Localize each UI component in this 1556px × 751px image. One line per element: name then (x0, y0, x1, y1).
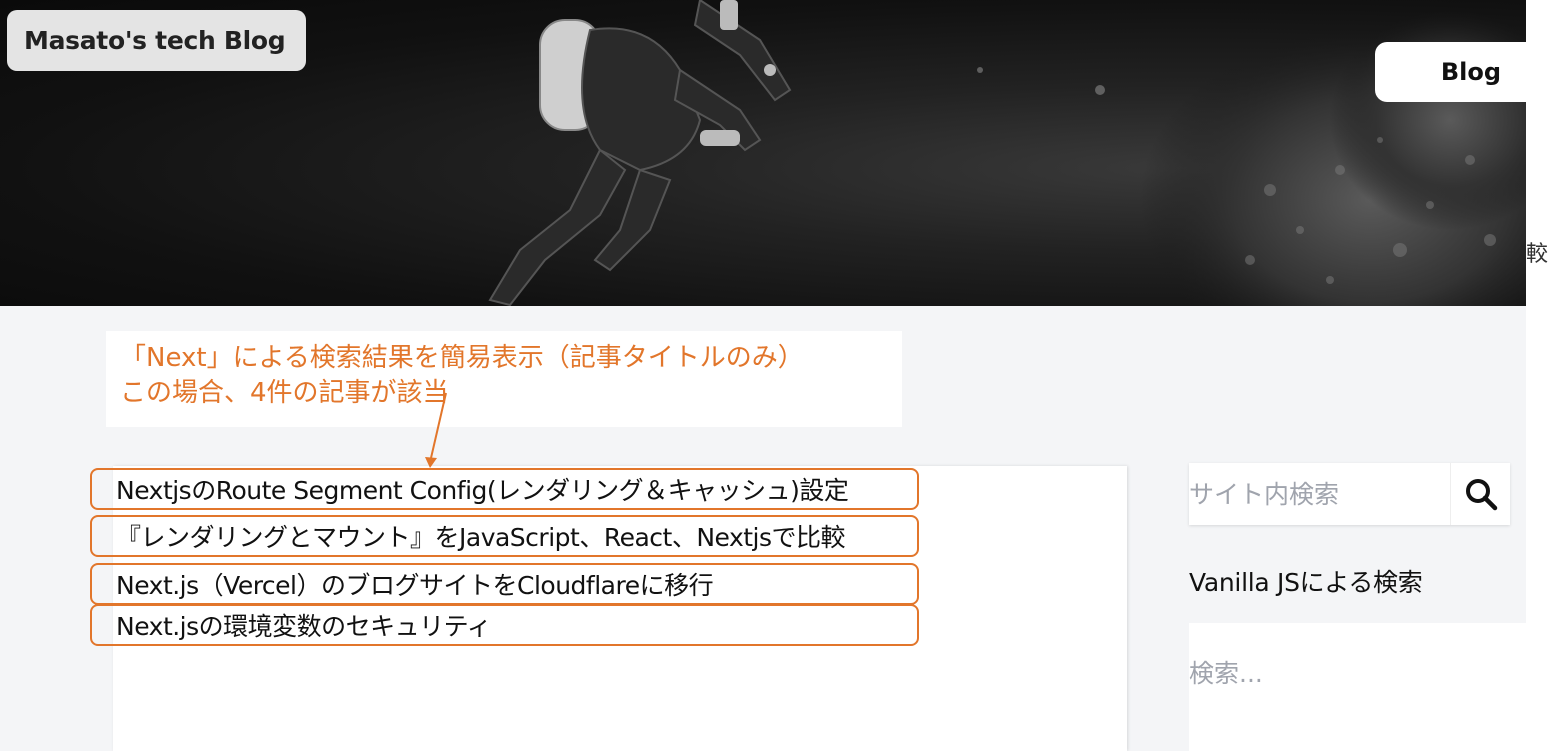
search-icon (1465, 479, 1497, 511)
search-button[interactable] (1450, 463, 1510, 525)
search-result-item[interactable]: Next.jsの環境変数のセキュリティ (90, 604, 919, 646)
vanilla-search-box (1189, 623, 1526, 751)
vanilla-search-heading: Vanilla JSによる検索 (1189, 568, 1423, 597)
site-title[interactable]: Masato's tech Blog (7, 10, 306, 71)
site-search-box (1189, 463, 1510, 525)
site-search-input[interactable] (1189, 463, 1451, 525)
search-result-title[interactable]: NextjsのRoute Segment Config(レンダリング＆キャッシュ… (116, 471, 849, 507)
search-result-title[interactable]: Next.jsの環境変数のセキュリティ (116, 607, 492, 643)
search-result-item[interactable]: 『レンダリングとマウント』をJavaScript、React、Nextjsで比較 (90, 515, 919, 557)
search-result-title[interactable]: Next.js（Vercel）のブログサイトをCloudflareに移行 (116, 566, 714, 602)
hero-banner: Masato's tech Blog Blog (0, 0, 1526, 306)
annotation-line-1: 「Next」による検索結果を簡易表示（記事タイトルのみ） (120, 343, 804, 373)
search-result-title[interactable]: 『レンダリングとマウント』をJavaScript、React、Nextjsで比較 (116, 518, 846, 554)
page: Masato's tech Blog Blog 較 「Next」による検索結果を… (0, 0, 1556, 751)
search-result-item[interactable]: NextjsのRoute Segment Config(レンダリング＆キャッシュ… (90, 468, 919, 510)
annotation-callout: 「Next」による検索結果を簡易表示（記事タイトルのみ） この場合、4件の記事が… (106, 331, 902, 427)
annotation-line-2: この場合、4件の記事が該当 (120, 378, 449, 408)
clipped-edge-text: 較 (1526, 242, 1549, 266)
nav-blog-link[interactable]: Blog (1375, 42, 1526, 102)
search-result-item[interactable]: Next.js（Vercel）のブログサイトをCloudflareに移行 (90, 563, 919, 605)
vanilla-search-input[interactable] (1189, 653, 1526, 693)
